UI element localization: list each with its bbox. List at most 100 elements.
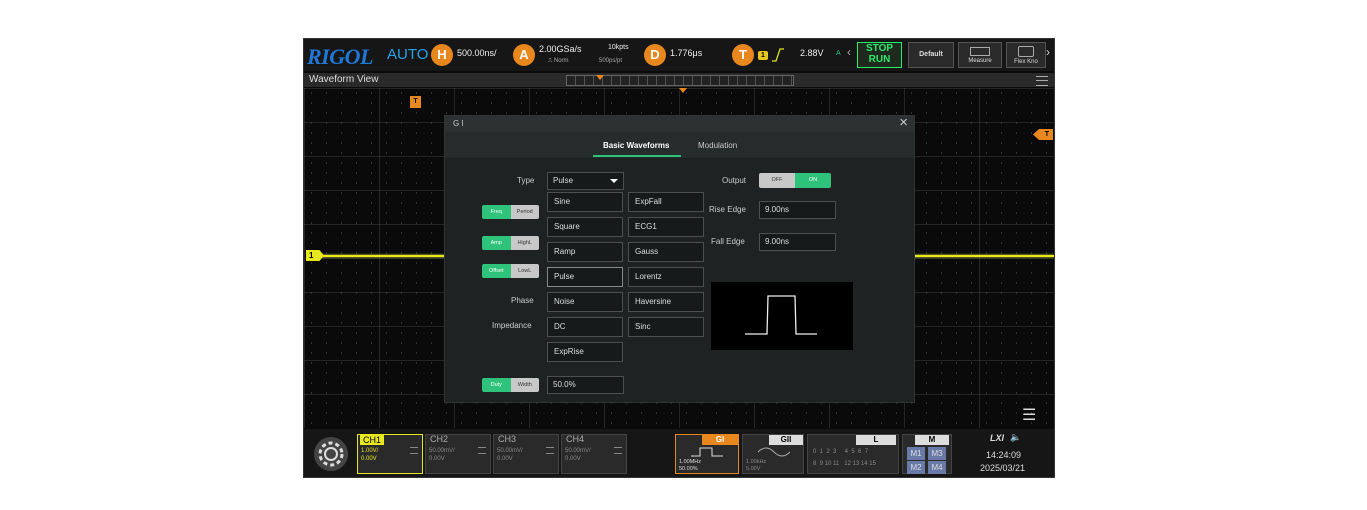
ch2-values: 50.00mV/ 0.00V <box>429 447 455 463</box>
speaker-icon[interactable]: 🔈 <box>1010 432 1021 443</box>
m1-button[interactable]: M1 <box>907 447 925 460</box>
duty-option[interactable]: Duty <box>482 378 511 392</box>
gii-values: 1.00kHz 5.00V <box>746 459 766 473</box>
waveform-ramp[interactable]: Ramp <box>547 242 623 262</box>
period-option[interactable]: Period <box>510 205 539 219</box>
ch4-values: 50.00mV/ 0.00V <box>565 447 591 463</box>
ch1-offset: 0.00V <box>361 456 377 462</box>
trigger-source-badge: 1 <box>758 51 768 60</box>
default-button[interactable]: Default <box>908 42 954 68</box>
waveform-gauss[interactable]: Gauss <box>628 242 704 262</box>
dropdown-arrow-icon <box>610 179 618 183</box>
menu-icon[interactable] <box>1036 76 1048 86</box>
gear-icon[interactable] <box>312 435 350 473</box>
trigger-icon[interactable]: T <box>732 44 754 66</box>
waveform-sinc[interactable]: Sinc <box>628 317 704 337</box>
clock-time: 14:24:09 <box>986 450 1022 460</box>
close-icon[interactable]: × <box>899 114 908 131</box>
gii-box[interactable]: GII 1.00kHz 5.00V <box>742 434 804 474</box>
trigger-level[interactable]: 2.88V <box>800 48 824 58</box>
m4-button[interactable]: M4 <box>928 461 946 474</box>
waveform-expfall[interactable]: ExpFall <box>628 192 704 212</box>
amp-high-toggle[interactable]: Amp HighL <box>482 236 539 250</box>
trigger-mode: A <box>836 50 841 57</box>
gi-freq: 1.00MHz <box>679 459 702 465</box>
measure-label: Measure <box>968 58 992 64</box>
output-on[interactable]: ON <box>795 173 831 188</box>
ch3-scale: 50.00mV/ <box>497 448 523 454</box>
phase-label: Phase <box>511 296 534 305</box>
ch2-offset: 0.00V <box>429 456 445 462</box>
gi-values: 1.00MHz 50.00% <box>679 459 701 473</box>
delay-icon[interactable]: D <box>644 44 666 66</box>
waveform-noise[interactable]: Noise <box>547 292 623 312</box>
ch3-menu-icon <box>546 447 554 454</box>
freq-period-toggle[interactable]: Freq Period <box>482 205 539 219</box>
dialog-header: G I × <box>445 114 914 132</box>
offset-option[interactable]: Offset <box>482 264 511 278</box>
output-toggle[interactable]: OFF ON <box>759 173 831 188</box>
amp-option[interactable]: Amp <box>482 236 511 250</box>
tab-modulation[interactable]: Modulation <box>698 141 737 150</box>
logic-box[interactable]: L 0 1 2 3 4 5 6 7 8 9 10 11 12 13 14 15 <box>807 434 899 474</box>
auto-button[interactable]: AUTO <box>387 46 428 63</box>
ch1-scale: 1.00V/ <box>361 448 379 454</box>
waveform-exprise[interactable]: ExpRise <box>547 342 623 362</box>
offset-low-toggle[interactable]: Offset LowL <box>482 264 539 278</box>
waveform-ecg1[interactable]: ECG1 <box>628 217 704 237</box>
ch3-values: 50.00mV/ 0.00V <box>497 447 523 463</box>
delay-value[interactable]: 1.776μs <box>670 48 702 58</box>
timebase-value[interactable]: 500.00ns/ <box>457 48 497 58</box>
freq-option[interactable]: Freq <box>482 205 511 219</box>
horizontal-icon[interactable]: H <box>431 44 453 66</box>
ch3-box[interactable]: CH3 50.00mV/ 0.00V <box>493 434 559 474</box>
waveform-view-title: Waveform View <box>309 74 379 85</box>
ch2-box[interactable]: CH2 50.00mV/ 0.00V <box>425 434 491 474</box>
waveform-lorentz[interactable]: Lorentz <box>628 267 704 287</box>
gii-amp: 5.00V <box>746 466 761 472</box>
m2-button[interactable]: M2 <box>907 461 925 474</box>
waveform-dc[interactable]: DC <box>547 317 623 337</box>
ch4-name: CH4 <box>566 434 585 444</box>
ch1-menu-icon <box>410 447 418 454</box>
m3-button[interactable]: M3 <box>928 447 946 460</box>
low-option[interactable]: LowL <box>510 264 539 278</box>
duty-width-toggle[interactable]: Duty Width <box>482 378 539 392</box>
stop-run-button[interactable]: STOP RUN <box>857 42 902 68</box>
flex-knob-button[interactable]: Flex Kno <box>1006 42 1046 68</box>
ch3-name: CH3 <box>498 434 517 444</box>
rise-edge-input[interactable]: 9.00ns <box>759 201 836 219</box>
ch1-box[interactable]: CH1 1.00V/ 0.00V <box>357 434 423 474</box>
waveform-haversine[interactable]: Haversine <box>628 292 704 312</box>
type-select[interactable]: Pulse <box>547 172 624 190</box>
chevron-right-icon[interactable]: › <box>1046 45 1050 59</box>
math-title: M <box>915 435 949 445</box>
trigger-time-marker[interactable]: T <box>410 96 421 108</box>
collapse-menu-icon[interactable]: ☰ <box>1022 405 1036 425</box>
acquire-icon[interactable]: A <box>513 44 535 66</box>
width-option[interactable]: Width <box>510 378 539 392</box>
waveform-pulse[interactable]: Pulse <box>547 267 623 287</box>
ch4-menu-icon <box>614 447 622 454</box>
knob-icon <box>1018 46 1034 57</box>
gi-box[interactable]: GI 1.00MHz 50.00% <box>675 434 739 474</box>
tab-basic-waveforms[interactable]: Basic Waveforms <box>603 141 669 150</box>
active-tab-indicator <box>593 155 681 157</box>
impedance-label: Impedance <box>492 321 532 330</box>
output-off[interactable]: OFF <box>759 173 795 188</box>
chevron-left-icon[interactable]: ‹ <box>847 45 851 59</box>
sine-wave-icon <box>757 447 791 457</box>
gii-freq: 1.00kHz <box>746 459 767 465</box>
waveform-square[interactable]: Square <box>547 217 623 237</box>
math-box[interactable]: M M1 M3 M2 M4 <box>902 434 952 474</box>
ch4-box[interactable]: CH4 50.00mV/ 0.00V <box>561 434 627 474</box>
ch4-scale: 50.00mV/ <box>565 448 591 454</box>
generator-dialog: G I × Basic Waveforms Modulation Type Pu… <box>444 114 915 403</box>
waveform-sine[interactable]: Sine <box>547 192 623 212</box>
rise-edge-label: Rise Edge <box>709 205 746 214</box>
fall-edge-input[interactable]: 9.00ns <box>759 233 836 251</box>
ch4-offset: 0.00V <box>565 456 581 462</box>
duty-input[interactable]: 50.0% <box>547 376 624 394</box>
measure-button[interactable]: Measure <box>958 42 1002 68</box>
high-option[interactable]: HighL <box>510 236 539 250</box>
